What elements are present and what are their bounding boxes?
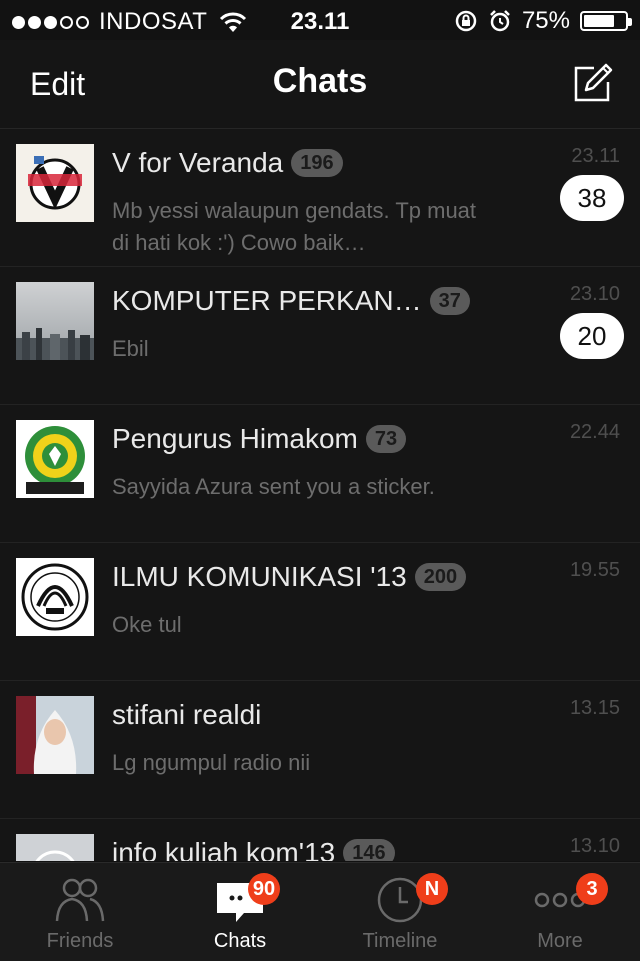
member-count-badge: 196: [291, 149, 343, 177]
unread-count-badge: 38: [560, 175, 624, 221]
chat-time: 23.11: [571, 145, 620, 167]
chat-name: Pengurus Himakom: [112, 423, 358, 454]
compose-icon[interactable]: [572, 62, 614, 104]
chat-time: 13.15: [569, 697, 620, 719]
tab-label: Timeline: [362, 930, 438, 952]
battery-percent: 75%: [521, 7, 570, 34]
alarm-icon: [490, 10, 510, 32]
tab-more[interactable]: 3 More: [480, 863, 640, 961]
tab-label: Friends: [46, 930, 114, 952]
logo-avatar: [16, 144, 94, 222]
tab-timeline[interactable]: N Timeline: [320, 863, 480, 961]
chat-row-info-kuliah-kom-13[interactable]: info kuliah kom'13 146 13.10: [0, 819, 640, 861]
chat-time: 23.10: [569, 283, 620, 305]
last-message: Lg ngumpul radio nii: [112, 750, 311, 775]
unread-count-badge: 20: [560, 313, 624, 359]
chat-name: KOMPUTER PERKAN…: [112, 285, 422, 316]
chat-time: 19.55: [569, 559, 620, 581]
notification-badge: 90: [248, 873, 280, 905]
last-message: Mb yessi walaupun gendats. Tp muat di ha…: [112, 198, 477, 255]
chat-row-ilmu-komunikasi-13[interactable]: ILMU KOMUNIKASI '13 200 Oke tul 19.55: [0, 543, 640, 681]
chat-list[interactable]: V for Veranda 196 Mb yessi walaupun gend…: [0, 129, 640, 861]
member-count-badge: 37: [429, 287, 470, 315]
navigation-bar: Edit Chats: [0, 40, 640, 129]
chat-title-line: stifani realdi: [112, 699, 261, 731]
notification-badge: N: [416, 873, 448, 905]
last-message: Sayyida Azura sent you a sticker.: [112, 474, 435, 499]
chat-title-line: Pengurus Himakom 73: [112, 423, 407, 455]
himakom-logo-avatar: [16, 420, 94, 498]
chat-name: V for Veranda: [112, 147, 284, 178]
last-message: Ebil: [112, 336, 149, 361]
chat-row-pengurus-himakom[interactable]: Pengurus Himakom 73 Sayyida Azura sent y…: [0, 405, 640, 543]
status-right: 75%: [454, 7, 632, 35]
notification-badge: 3: [576, 873, 608, 905]
member-count-badge: 146: [343, 839, 395, 861]
rotation-lock-icon: [455, 10, 477, 32]
page-title: Chats: [272, 62, 368, 100]
chat-name: info kuliah kom'13: [112, 837, 336, 861]
chat-time: 13.10: [569, 835, 620, 857]
person-photo-avatar: [16, 696, 94, 774]
battery-level: [584, 15, 614, 27]
chat-title-line: KOMPUTER PERKAN… 37: [112, 285, 470, 317]
chat-title-line: info kuliah kom'13 146: [112, 837, 395, 861]
tab-chats[interactable]: 90 Chats: [160, 863, 320, 961]
friends-icon: [55, 878, 105, 922]
city-photo-avatar: [16, 282, 94, 360]
edit-button[interactable]: Edit: [30, 66, 85, 103]
chat-row-v-for-veranda[interactable]: V for Veranda 196 Mb yessi walaupun gend…: [0, 129, 640, 267]
chat-name: stifani realdi: [112, 699, 262, 730]
university-seal-avatar: [16, 558, 94, 636]
member-count-badge: 200: [414, 563, 467, 591]
tab-label: Chats: [213, 930, 267, 952]
tab-label: More: [537, 930, 583, 952]
chat-title-line: ILMU KOMUNIKASI '13 200: [112, 561, 467, 593]
member-count-badge: 73: [365, 425, 407, 453]
chat-title-line: V for Veranda 196: [112, 147, 343, 179]
chat-row-komputer-perkan[interactable]: KOMPUTER PERKAN… 37 Ebil 23.10 20: [0, 267, 640, 405]
chat-row-stifani-realdi[interactable]: stifani realdi Lg ngumpul radio nii 13.1…: [0, 681, 640, 819]
chat-name: ILMU KOMUNIKASI '13: [112, 561, 407, 592]
battery-icon: [580, 11, 632, 31]
group-default-avatar: [16, 834, 94, 861]
status-bar: INDOSAT 23.11 75%: [0, 0, 640, 40]
last-message: Oke tul: [112, 612, 182, 637]
chat-time: 22.44: [569, 421, 620, 443]
tab-friends[interactable]: Friends: [0, 863, 160, 961]
tab-bar: Friends 90 Chats N Timeline 3 More: [0, 862, 640, 961]
